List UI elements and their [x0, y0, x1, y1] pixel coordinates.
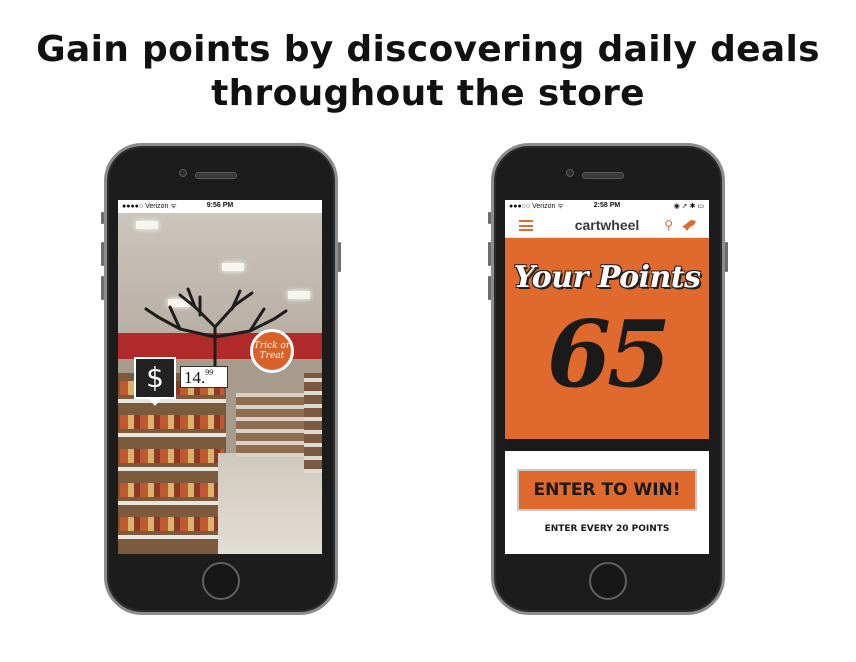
mute-switch	[101, 212, 104, 224]
headline-line-1: Gain points by discovering daily deals	[36, 29, 820, 70]
badge-line-2: Treat	[259, 351, 285, 361]
volume-up-button	[488, 242, 491, 266]
app-screen: ●●●○○ Verizon ᯤ 2:58 PM ◉ ➚ ✱ ▭ cartwhee…	[505, 200, 709, 554]
shelf-products	[120, 415, 224, 429]
home-button[interactable]	[589, 562, 627, 600]
shelf-products	[120, 483, 224, 497]
left-phone: ●●●●○ Verizon ᯤ 9:56 PM 14.99 $ Trick or…	[101, 143, 341, 615]
enter-to-win-button[interactable]: ENTER TO WIN!	[517, 469, 697, 511]
status-time: 9:56 PM	[206, 202, 234, 209]
volume-down-button	[101, 276, 104, 300]
enter-note: ENTER EVERY 20 POINTS	[544, 524, 670, 534]
shelf-edge	[118, 467, 226, 471]
shelf-edge	[118, 501, 226, 505]
ceiling-light	[136, 221, 158, 229]
camera-screen: ●●●●○ Verizon ᯤ 9:56 PM 14.99 $ Trick or…	[118, 200, 322, 554]
shelf-products	[120, 449, 224, 463]
shelf-edge	[118, 535, 226, 539]
power-button	[338, 242, 341, 272]
points-title: Your Points	[513, 260, 701, 295]
front-camera	[566, 169, 574, 177]
price-cents: 99	[205, 368, 214, 377]
deal-marker-pointer	[148, 398, 162, 406]
divider-bar	[505, 439, 709, 451]
search-icon[interactable]: ⚲	[664, 218, 673, 232]
app-header: cartwheel ⚲	[505, 213, 709, 238]
aisle-shelf	[236, 393, 304, 457]
points-panel: Your Points 65	[505, 238, 709, 439]
volume-up-button	[101, 242, 104, 266]
earpiece-speaker	[582, 172, 624, 179]
price-tag: 14.99	[180, 366, 228, 388]
status-bar: ●●●○○ Verizon ᯤ 2:58 PM ◉ ➚ ✱ ▭	[505, 200, 709, 213]
front-camera	[179, 169, 187, 177]
ceiling-light	[222, 263, 244, 271]
enter-panel: ENTER TO WIN! ENTER EVERY 20 POINTS	[505, 451, 709, 554]
right-phone: ●●●○○ Verizon ᯤ 2:58 PM ◉ ➚ ✱ ▭ cartwhee…	[488, 143, 728, 615]
status-bar: ●●●●○ Verizon ᯤ 9:56 PM	[118, 200, 322, 213]
aisle-shelf-right	[304, 373, 322, 473]
shelf-edge	[118, 399, 226, 403]
earpiece-speaker	[195, 172, 237, 179]
status-icons: ◉ ➚ ✱ ▭	[673, 203, 704, 210]
shelf-edge	[118, 433, 226, 437]
trick-or-treat-badge[interactable]: Trick or Treat	[250, 329, 294, 373]
headline: Gain points by discovering daily deals t…	[0, 28, 856, 116]
store-camera-view: 14.99 $ Trick or Treat	[118, 213, 322, 554]
bullseye-icon[interactable]	[681, 218, 697, 232]
home-button[interactable]	[202, 562, 240, 600]
ceiling-light	[288, 291, 310, 299]
volume-down-button	[488, 276, 491, 300]
price-dollars: 14.	[184, 368, 206, 387]
power-button	[725, 242, 728, 272]
dollar-icon[interactable]: $	[134, 357, 176, 399]
points-value: 65	[546, 300, 671, 408]
mute-switch	[488, 212, 491, 224]
badge-line-1: Trick or	[253, 341, 291, 351]
shelf-products	[120, 517, 224, 531]
headline-line-2: throughout the store	[211, 73, 645, 114]
app-brand: cartwheel	[574, 217, 640, 233]
store-shelf	[118, 373, 226, 554]
